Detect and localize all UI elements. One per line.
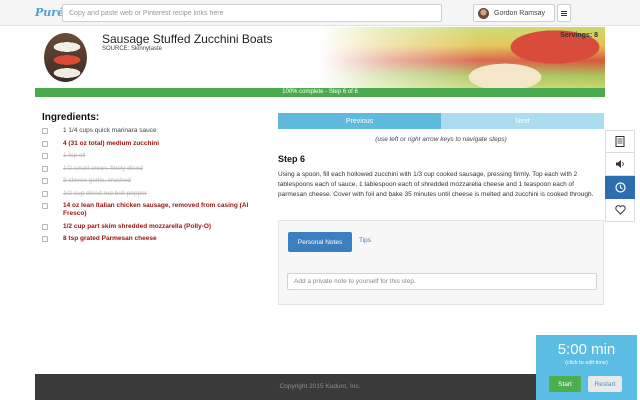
ingredients-title: Ingredients: xyxy=(42,112,100,123)
top-bar: Purée Gordon Ramsay xyxy=(0,0,640,26)
step-instructions: Using a spoon, fill each hollowed zucchi… xyxy=(278,171,594,198)
recipe-thumbnail xyxy=(42,31,89,84)
previous-step-button[interactable]: Previous xyxy=(278,113,441,129)
tab-personal-notes[interactable]: Personal Notes xyxy=(288,232,352,252)
ingredient-checkbox[interactable] xyxy=(42,223,48,230)
timer-widget: 5:00 min (click to edit time) Start Rest… xyxy=(536,335,637,400)
ingredient-item[interactable]: 14 oz lean Italian chicken sausage, remo… xyxy=(42,202,272,218)
avatar xyxy=(478,7,489,19)
navigation-hint: (use left or right arrow keys to navigat… xyxy=(375,136,507,143)
footer: Copyright 2015 Kuduro, Inc. xyxy=(35,374,605,400)
ingredient-checkbox[interactable] xyxy=(42,203,48,209)
private-note-input[interactable] xyxy=(287,273,597,290)
timer-button[interactable] xyxy=(605,176,635,199)
timer-start-button[interactable]: Start xyxy=(549,376,581,392)
ingredient-item[interactable]: 1/2 small onion, finely diced xyxy=(42,165,272,173)
speaker-icon xyxy=(615,160,624,168)
ingredient-checkbox[interactable] xyxy=(42,190,48,197)
ingredient-item[interactable]: 8 tsp grated Parmesan cheese xyxy=(42,235,272,243)
recipe-title: Sausage Stuffed Zucchini Boats xyxy=(102,32,273,46)
ingredient-checkbox[interactable] xyxy=(42,140,48,147)
next-step-button[interactable]: Next xyxy=(441,113,604,129)
side-toolbar xyxy=(605,130,635,222)
step-title: Step 6 xyxy=(278,154,306,164)
ingredient-text: 1/2 cup part skim shredded mozzarella (P… xyxy=(63,222,212,230)
favorite-button[interactable] xyxy=(605,199,635,222)
ingredient-text: 1 tsp oil xyxy=(63,152,86,159)
hamburger-icon xyxy=(561,10,567,16)
timer-time[interactable]: 5:00 min xyxy=(536,341,637,358)
ingredient-item[interactable]: 3 cloves garlic, crushed xyxy=(42,177,272,185)
ingredient-checkbox[interactable] xyxy=(42,153,48,159)
ingredient-item[interactable]: 1/2 cup part skim shredded mozzarella (P… xyxy=(42,223,272,231)
menu-button[interactable] xyxy=(557,4,571,22)
tab-tips[interactable]: Tips xyxy=(359,237,371,244)
ingredient-text: 3 cloves garlic, crushed xyxy=(63,177,131,184)
ingredient-text: 1/2 cup diced red bell pepper xyxy=(63,189,147,197)
progress-label: 100% complete - Step 6 of 6 xyxy=(282,89,358,95)
progress-bar: 100% complete - Step 6 of 6 xyxy=(35,88,605,97)
recipe-header: Sausage Stuffed Zucchini Boats SOURCE: S… xyxy=(35,27,605,88)
ingredient-item[interactable]: 1 1/4 cups quick marinara sauce xyxy=(42,127,272,135)
ingredients-list: 1 1/4 cups quick marinara sauce 4 (31 oz … xyxy=(42,127,272,248)
ingredient-checkbox[interactable] xyxy=(42,236,48,242)
ingredient-text: 8 tsp grated Parmesan cheese xyxy=(63,235,157,242)
ingredient-text: 1 1/4 cups quick marinara sauce xyxy=(63,127,157,134)
recipe-link-input[interactable] xyxy=(62,4,442,22)
ingredient-text: 4 (31 oz total) medium zucchini xyxy=(63,139,160,147)
ingredient-item[interactable]: 4 (31 oz total) medium zucchini xyxy=(42,140,272,148)
ingredient-checkbox[interactable] xyxy=(42,128,48,134)
ingredient-item[interactable]: 1/2 cup diced red bell pepper xyxy=(42,190,272,198)
heart-icon xyxy=(614,205,626,215)
user-name: Gordon Ramsay xyxy=(494,9,545,17)
recipe-view-button[interactable] xyxy=(605,130,635,153)
ingredient-text: 1/2 small onion, finely diced xyxy=(63,164,143,172)
ingredient-text: 14 oz lean Italian chicken sausage, remo… xyxy=(63,202,249,217)
ingredient-checkbox[interactable] xyxy=(42,178,48,184)
recipe-source: SOURCE: Skinnytaste xyxy=(102,46,163,52)
timer-edit-hint: (click to edit time) xyxy=(565,360,608,366)
voice-button[interactable] xyxy=(605,153,635,176)
servings-label: Servings: 8 xyxy=(560,32,598,39)
step-navigation: Previous Next xyxy=(278,113,604,129)
ingredient-item[interactable]: 1 tsp oil xyxy=(42,152,272,160)
clock-icon xyxy=(614,181,626,193)
user-menu-button[interactable]: Gordon Ramsay xyxy=(473,4,555,22)
notes-panel: Personal Notes Tips xyxy=(278,220,604,305)
recipe-icon xyxy=(615,136,625,147)
copyright-text: Copyright 2015 Kuduro, Inc. xyxy=(279,383,361,390)
ingredient-checkbox[interactable] xyxy=(42,165,48,172)
timer-restart-button[interactable]: Restart xyxy=(588,376,622,392)
